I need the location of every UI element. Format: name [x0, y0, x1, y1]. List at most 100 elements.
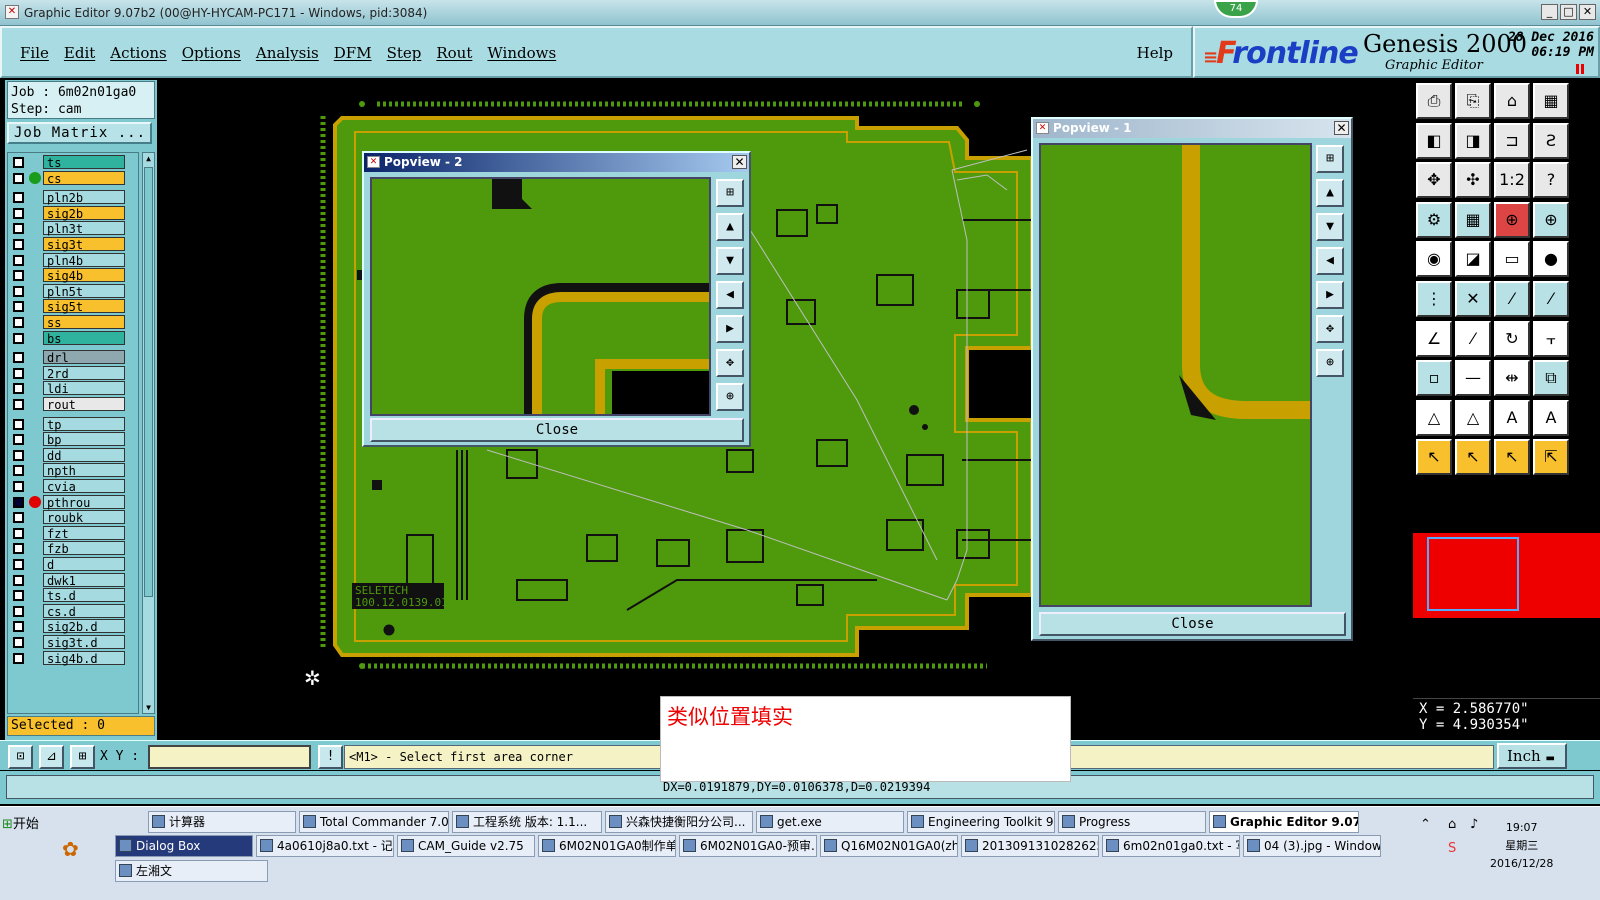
zoom-area-icon[interactable]: ⊐: [1494, 122, 1530, 159]
layer-checkbox[interactable]: [13, 367, 24, 379]
layer-row-sig3t.d[interactable]: sig3t.d: [8, 635, 138, 650]
layer-name[interactable]: rout: [43, 397, 125, 412]
taskbar-button[interactable]: 04 (3).jpg - Windows...: [1243, 835, 1381, 857]
layer-name[interactable]: 2rd: [43, 365, 125, 381]
layer-row-sig4b[interactable]: sig4b: [8, 268, 138, 283]
grid-toggle-icon[interactable]: ▦: [1455, 201, 1491, 238]
popview-2-close-icon[interactable]: ✕: [732, 155, 747, 169]
profile-icon[interactable]: ⚙: [1416, 201, 1452, 238]
quicklaunch-icon[interactable]: ✿: [62, 837, 79, 861]
layer-name[interactable]: cs: [43, 170, 125, 186]
net-icon[interactable]: ⋮: [1416, 281, 1452, 317]
layer-row-pln2b[interactable]: pln2b: [8, 190, 138, 205]
layer-name[interactable]: dwk1: [43, 572, 125, 588]
layer-row-fzb[interactable]: fzb: [8, 541, 138, 556]
popview-1-canvas[interactable]: [1039, 143, 1312, 607]
layer-row-cvia[interactable]: cvia: [8, 479, 138, 494]
taskbar-button[interactable]: Engineering Toolkit 9.0...: [907, 811, 1055, 833]
resize-icon[interactable]: ⇹: [1494, 360, 1530, 397]
layer-checkbox[interactable]: [13, 449, 24, 461]
layer-name[interactable]: pln2b: [43, 190, 125, 205]
layer-name[interactable]: bs: [43, 330, 125, 346]
zoom-prev-icon[interactable]: ◧: [1416, 122, 1452, 159]
layer-checkbox[interactable]: [13, 574, 24, 586]
pan-icon[interactable]: ✣: [1455, 162, 1491, 199]
zoom-home-icon[interactable]: ⊕: [1316, 349, 1344, 377]
window-titlebar[interactable]: ✕ Graphic Editor 9.07b2 (00@HY-HYCAM-PC1…: [0, 0, 1600, 26]
layer-name[interactable]: pln5t: [43, 283, 125, 299]
layer-name[interactable]: ldi: [43, 381, 125, 396]
layer-checkbox[interactable]: [13, 239, 24, 250]
layer-name[interactable]: sig2b: [43, 205, 125, 221]
popview-2-canvas[interactable]: [370, 177, 711, 416]
layer-row-roubk[interactable]: roubk: [8, 510, 138, 525]
unit-selector[interactable]: Inch ▬: [1497, 743, 1567, 769]
triangle-icon[interactable]: △: [1416, 399, 1452, 436]
zoom-in-icon[interactable]: ⊞: [716, 179, 744, 207]
angle-icon[interactable]: ∠: [1416, 320, 1452, 357]
popview-1-titlebar[interactable]: ✕ Popview - 1 ✕: [1033, 119, 1351, 138]
layer-row-npth[interactable]: npth: [8, 463, 138, 478]
layer-row-sig2b[interactable]: sig2b: [8, 205, 138, 221]
scroll-up-icon[interactable]: ▲: [144, 154, 153, 163]
layer-checkbox[interactable]: [13, 605, 24, 617]
select-poly-icon[interactable]: ↖: [1494, 439, 1530, 476]
info-icon[interactable]: !: [318, 745, 343, 769]
taskbar-button[interactable]: 左湘文: [115, 860, 268, 882]
pad-icon[interactable]: ◉: [1416, 241, 1452, 278]
job-matrix-button[interactable]: Job Matrix ...: [7, 122, 152, 144]
layer-checkbox[interactable]: [13, 543, 24, 555]
layer-row-2rd[interactable]: 2rd: [8, 365, 138, 381]
popview-1-close-icon[interactable]: ✕: [1334, 121, 1349, 135]
ime-icon[interactable]: S: [1448, 841, 1456, 856]
polygon-icon[interactable]: △: [1455, 399, 1491, 436]
layer-row-pthrou[interactable]: pthrou: [8, 494, 138, 510]
scroll-thumb[interactable]: [144, 167, 153, 597]
tray-expand-icon[interactable]: ⌃: [1420, 817, 1431, 832]
grid-icon[interactable]: ⊞: [70, 745, 95, 769]
layer-row-sig3t[interactable]: sig3t: [8, 237, 138, 252]
select-net-icon[interactable]: ⇱: [1533, 439, 1569, 476]
layer-checkbox[interactable]: [13, 285, 24, 297]
layer-checkbox[interactable]: [13, 434, 24, 446]
pan-up-icon[interactable]: ▲: [1316, 179, 1344, 207]
menu-edit[interactable]: Edit: [64, 44, 95, 62]
layer-name[interactable]: bp: [43, 432, 125, 447]
step-icon[interactable]: Ƨ: [1533, 122, 1569, 159]
snap-center-icon[interactable]: ⊕: [1494, 201, 1530, 238]
layer-name[interactable]: ss: [43, 315, 125, 330]
cross-icon[interactable]: ✕: [1455, 281, 1491, 317]
layer-name[interactable]: npth: [43, 463, 125, 478]
layer-checkbox[interactable]: [13, 383, 24, 395]
taskbar-button[interactable]: get.exe: [756, 811, 904, 833]
maximize-button[interactable]: □: [1560, 4, 1577, 20]
taskbar-button[interactable]: 计算器: [148, 811, 296, 833]
zoom-all-icon[interactable]: ✥: [1416, 162, 1452, 199]
layer-checkbox[interactable]: [13, 207, 24, 219]
layer-checkbox[interactable]: [13, 301, 24, 313]
line-icon[interactable]: ⁄: [1494, 281, 1530, 317]
layer-name[interactable]: drl: [43, 350, 125, 365]
measure-icon[interactable]: ⊿: [39, 745, 64, 769]
window-icon[interactable]: ▦: [1533, 83, 1569, 119]
help-icon[interactable]: ?: [1533, 162, 1569, 199]
layer-checkbox[interactable]: [13, 481, 24, 492]
save-icon[interactable]: ⎙: [1416, 83, 1452, 119]
layer-name[interactable]: dd: [43, 447, 125, 463]
zoom-fit-icon[interactable]: ✥: [716, 349, 744, 377]
layer-checkbox[interactable]: [13, 590, 24, 602]
menu-actions[interactable]: Actions: [110, 44, 166, 62]
layer-name[interactable]: pln3t: [43, 221, 125, 236]
layer-row-ts[interactable]: ts: [8, 155, 138, 170]
xy-input[interactable]: [148, 745, 311, 769]
arc-icon[interactable]: ⁄: [1533, 281, 1569, 317]
menu-windows[interactable]: Windows: [487, 44, 556, 62]
taskbar-button[interactable]: 6M02N01GA0-预审...: [679, 835, 817, 857]
layer-name[interactable]: sig3t.d: [43, 635, 125, 650]
layer-row-sig5t[interactable]: sig5t: [8, 299, 138, 314]
select-box-icon[interactable]: ↖: [1455, 439, 1491, 476]
measure-icon[interactable]: ◪: [1455, 241, 1491, 278]
ruler-icon[interactable]: ▭: [1494, 241, 1530, 278]
layer-row-sig4b.d[interactable]: sig4b.d: [8, 650, 138, 666]
start-button[interactable]: ⊞开始: [2, 813, 58, 835]
